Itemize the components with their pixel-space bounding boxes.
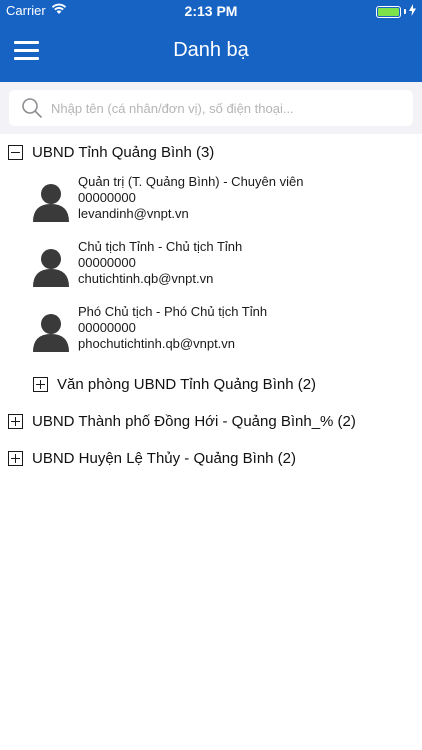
battery-icon bbox=[376, 5, 401, 18]
nav-bar: Danh bạ bbox=[0, 22, 422, 82]
contact-title: Phó Chủ tịch - Phó Chủ tịch Tỉnh bbox=[78, 304, 268, 319]
contact-phone: 00000000 bbox=[78, 190, 136, 205]
group-ubnd-tinh-quang-binh[interactable]: UBND Tỉnh Quảng Bình (3) bbox=[8, 144, 214, 161]
search-icon bbox=[21, 97, 43, 119]
contact-info: Quản trị (T. Quảng Bình) - Chuyên viên 0… bbox=[78, 174, 303, 222]
expand-icon[interactable] bbox=[8, 414, 23, 429]
status-time: 2:13 PM bbox=[184, 3, 238, 19]
contact-item[interactable]: Quản trị (T. Quảng Bình) - Chuyên viên 0… bbox=[33, 174, 413, 232]
contact-email: levandinh@vnpt.vn bbox=[78, 206, 189, 221]
collapse-icon[interactable] bbox=[8, 145, 23, 160]
group-label: UBND Huyện Lệ Thủy - Quảng Bình (2) bbox=[32, 450, 297, 467]
expand-icon[interactable] bbox=[8, 451, 23, 466]
expand-icon[interactable] bbox=[33, 377, 48, 392]
search-area bbox=[0, 82, 422, 134]
battery-tip bbox=[404, 9, 406, 14]
contact-info: Chủ tịch Tỉnh - Chủ tịch Tỉnh 00000000 c… bbox=[78, 239, 242, 287]
contact-phone: 00000000 bbox=[78, 255, 136, 270]
group-ubnd-tp-dong-hoi[interactable]: UBND Thành phố Đồng Hới - Quảng Bình_% (… bbox=[8, 413, 356, 430]
search-box[interactable] bbox=[9, 90, 413, 126]
contact-item[interactable]: Phó Chủ tịch - Phó Chủ tịch Tỉnh 0000000… bbox=[33, 304, 413, 362]
group-label: UBND Tỉnh Quảng Bình (3) bbox=[32, 144, 215, 161]
avatar-icon bbox=[33, 312, 69, 352]
contact-phone: 00000000 bbox=[78, 320, 136, 335]
status-right bbox=[376, 4, 416, 19]
contact-item[interactable]: Chủ tịch Tỉnh - Chủ tịch Tỉnh 00000000 c… bbox=[33, 239, 413, 297]
contact-email: phochutichtinh.qb@vnpt.vn bbox=[78, 336, 236, 351]
page-title: Danh bạ bbox=[173, 39, 249, 61]
group-ubnd-huyen-le-thuy[interactable]: UBND Huyện Lệ Thủy - Quảng Bình (2) bbox=[8, 450, 296, 467]
avatar-icon bbox=[33, 247, 69, 287]
charging-icon bbox=[409, 4, 416, 19]
search-input[interactable] bbox=[51, 100, 391, 116]
contact-title: Quản trị (T. Quảng Bình) - Chuyên viên bbox=[78, 174, 304, 189]
contact-email: chutichtinh.qb@vnpt.vn bbox=[78, 271, 214, 286]
subgroup-van-phong-ubnd[interactable]: Văn phòng UBND Tỉnh Quảng Bình (2) bbox=[33, 376, 316, 393]
contact-info: Phó Chủ tịch - Phó Chủ tịch Tỉnh 0000000… bbox=[78, 304, 267, 352]
group-label: Văn phòng UBND Tỉnh Quảng Bình (2) bbox=[57, 376, 317, 393]
contact-title: Chủ tịch Tỉnh - Chủ tịch Tỉnh bbox=[78, 239, 243, 254]
avatar-icon bbox=[33, 182, 69, 222]
group-label: UBND Thành phố Đồng Hới - Quảng Bình_% (… bbox=[32, 413, 356, 430]
status-bar: Carrier 2:13 PM bbox=[0, 0, 422, 22]
